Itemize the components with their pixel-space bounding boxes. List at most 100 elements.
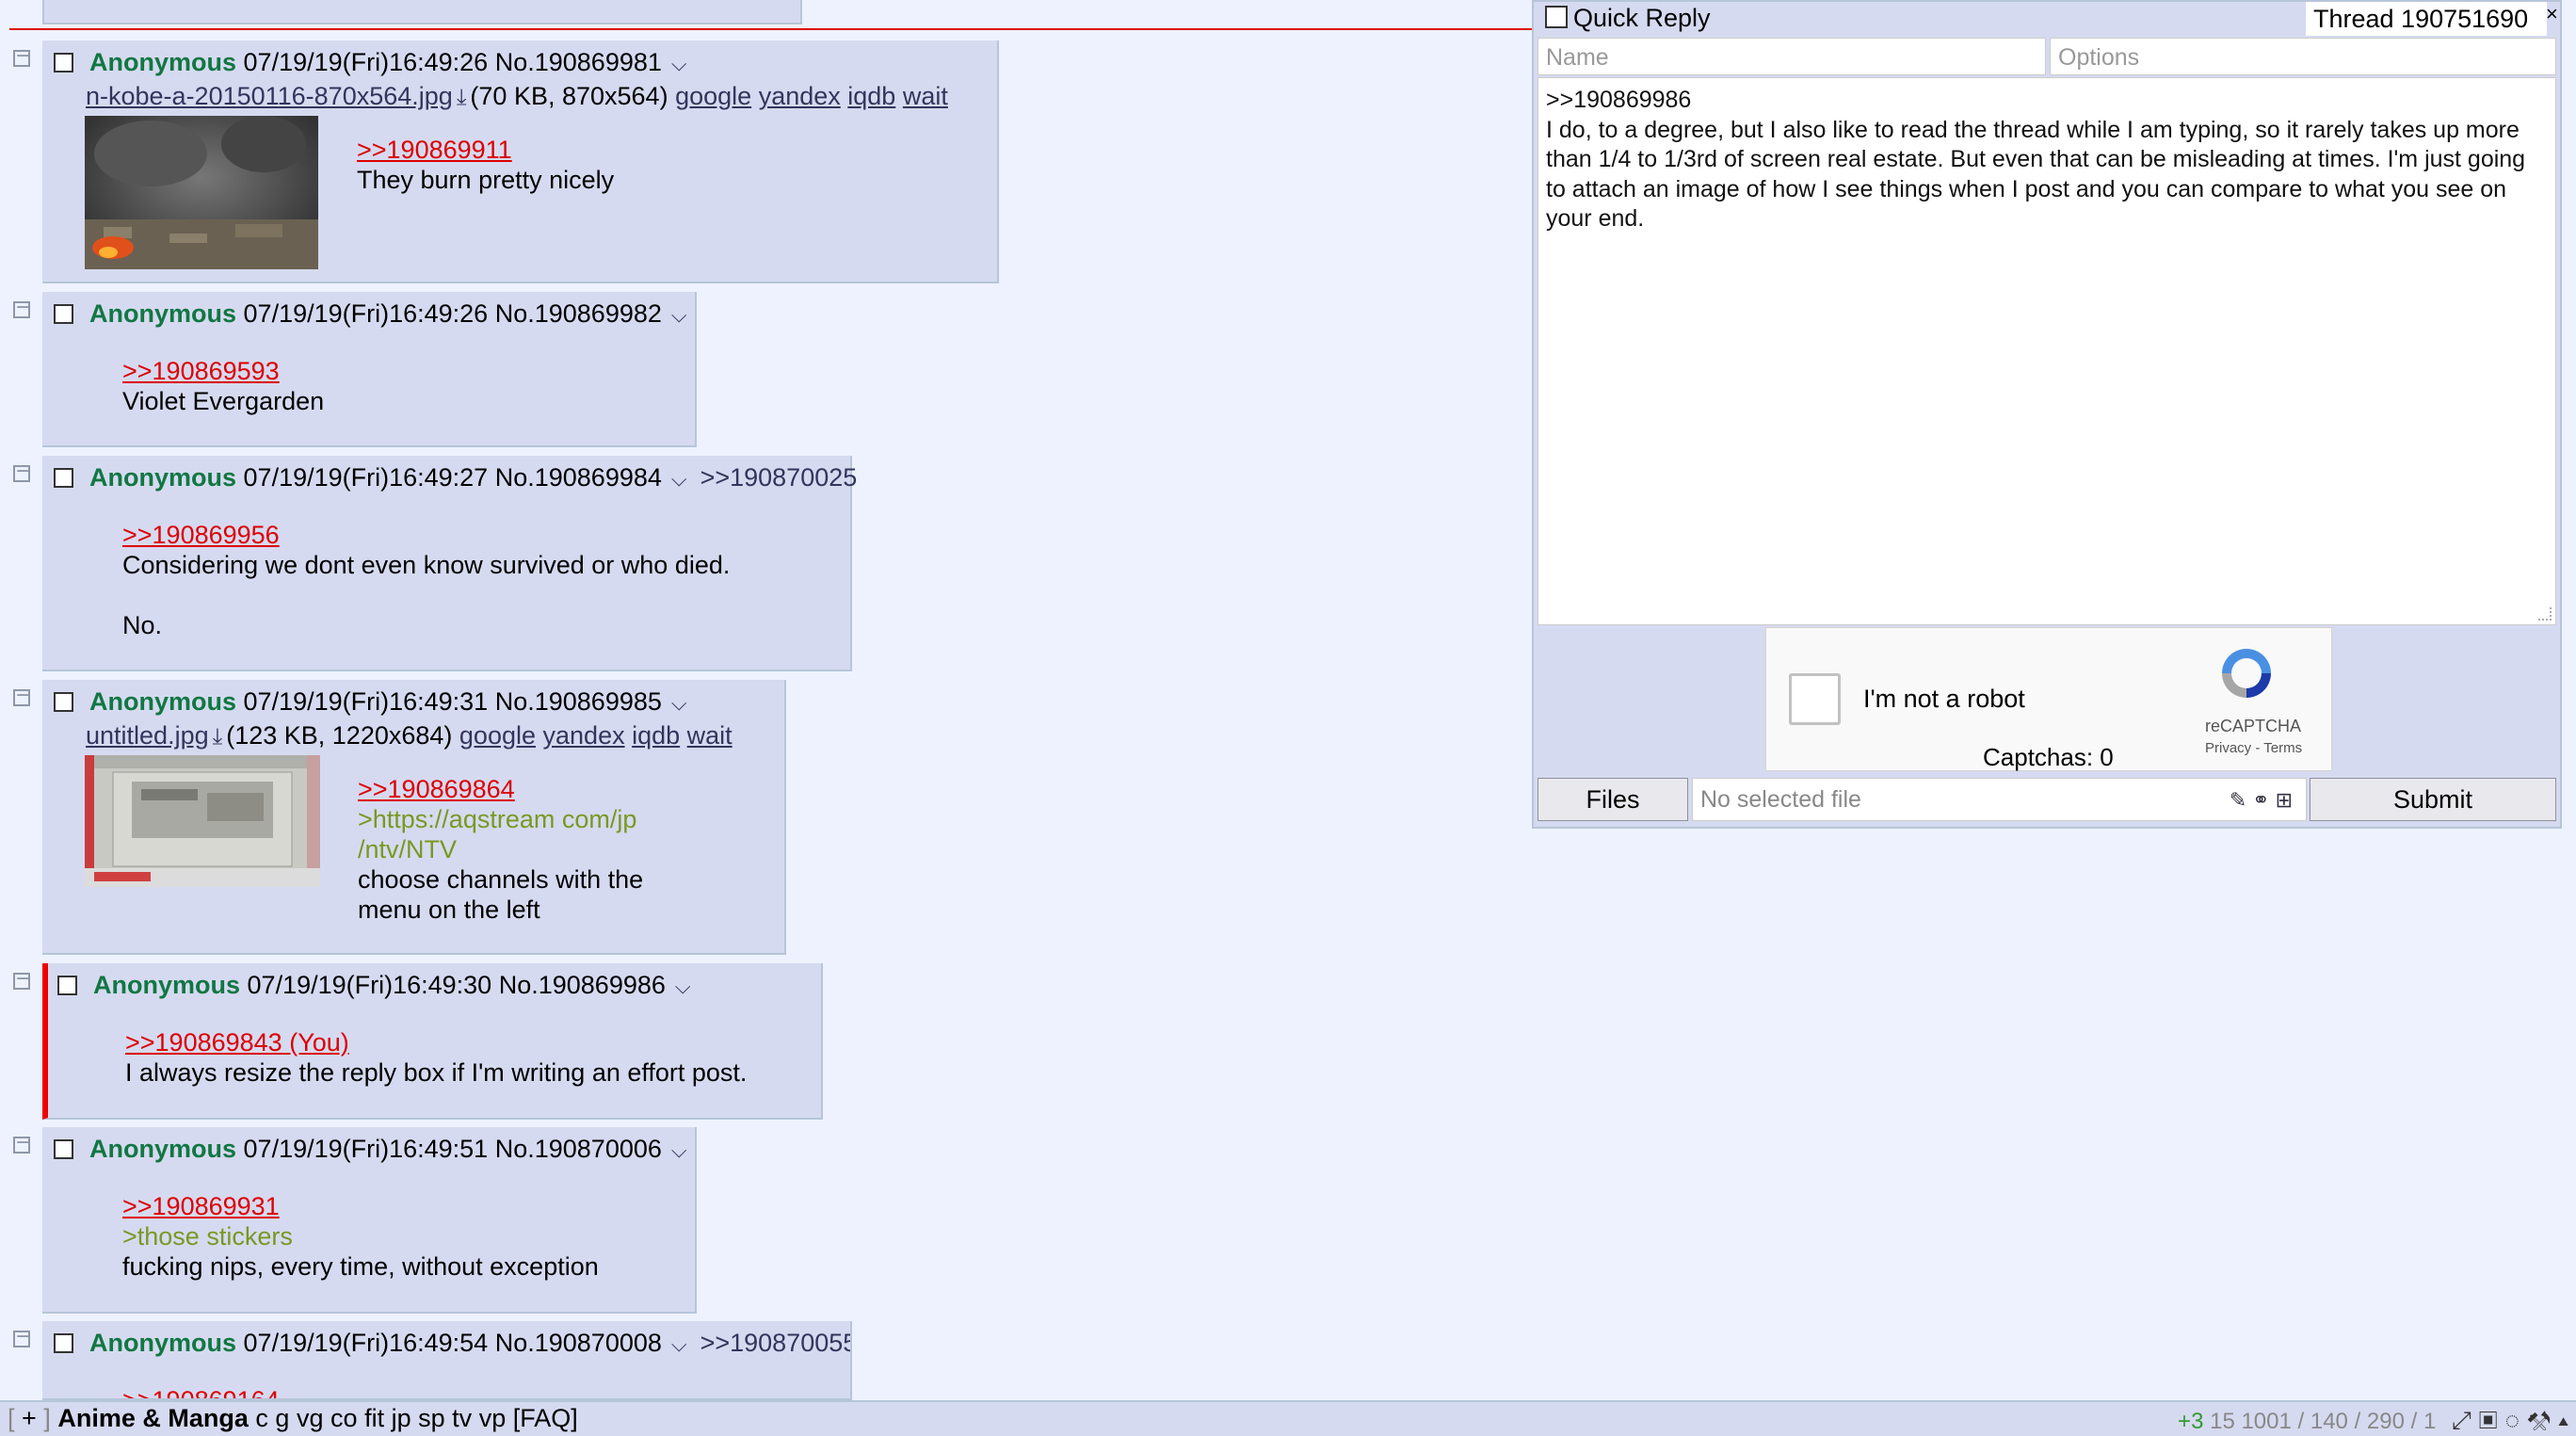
greentext-line: >those stickers — [122, 1222, 293, 1250]
edit-icon[interactable]: ✎ — [2230, 788, 2252, 812]
quote-link[interactable]: >>190869164 — [122, 1386, 280, 1398]
close-icon[interactable]: × — [2546, 2, 2558, 26]
file-link[interactable]: untitled.jpg — [86, 721, 209, 750]
hide-post-button[interactable]: − — [13, 686, 32, 706]
post-number[interactable]: No.190869985 — [495, 687, 662, 716]
board-link-sp[interactable]: sp — [418, 1404, 445, 1432]
comment-textarea[interactable]: >>190869986 I do, to a degree, but I als… — [1538, 77, 2556, 625]
submit-button[interactable]: Submit — [2310, 778, 2556, 821]
chevron-down-icon[interactable]: ⌵ — [671, 303, 687, 327]
post-select-checkbox[interactable] — [54, 53, 73, 73]
board-link-jp[interactable]: jp — [392, 1404, 411, 1432]
file-link[interactable]: n-kobe-a-20150116-870x564.jpg — [86, 82, 453, 110]
google-link[interactable]: google — [459, 721, 536, 750]
message-line: menu on the left — [358, 895, 540, 924]
backlink[interactable]: >>190870055 — [700, 1329, 850, 1357]
board-link-c[interactable]: c — [255, 1404, 268, 1432]
post-message: >>190869931 >those stickers fucking nips… — [122, 1191, 599, 1282]
add-file-icon[interactable]: ⊞ — [2276, 788, 2298, 812]
post-190869984: Anonymous 07/19/19(Fri)16:49:27 No.19086… — [42, 456, 857, 671]
hide-post-button[interactable]: − — [13, 1133, 32, 1154]
hide-post-button[interactable]: − — [13, 46, 32, 67]
chevron-down-icon[interactable]: ⌵ — [671, 52, 687, 75]
current-board-title[interactable]: Anime & Manga — [57, 1404, 249, 1432]
post-number[interactable]: No.190869981 — [495, 48, 662, 76]
hide-post-button[interactable]: − — [13, 1327, 32, 1347]
quote-link[interactable]: >>190869864 — [358, 775, 515, 803]
yandex-link[interactable]: yandex — [759, 82, 841, 110]
wait-link[interactable]: wait — [903, 82, 948, 110]
post-number[interactable]: No.190870006 — [495, 1135, 662, 1163]
message-line: I always resize the reply box if I'm wri… — [125, 1058, 748, 1087]
post-message: >>190869164 — [122, 1385, 280, 1398]
post-select-checkbox[interactable] — [54, 468, 73, 488]
resize-handle[interactable] — [2538, 607, 2552, 621]
quote-link[interactable]: >>190869956 — [122, 521, 280, 549]
post-datetime: 07/19/19(Fri)16:49:26 — [243, 299, 489, 328]
captcha-checkbox[interactable] — [1789, 673, 1841, 725]
chevron-down-icon[interactable]: ⌵ — [671, 691, 687, 715]
post-select-checkbox[interactable] — [54, 692, 73, 712]
link-icon[interactable]: ⚭ — [2252, 788, 2275, 812]
quote-link[interactable]: >>190869843 (You) — [125, 1028, 349, 1057]
post-190869985: Anonymous 07/19/19(Fri)16:49:31 No.19086… — [42, 680, 786, 955]
expand-icon[interactable]: ⤢ — [2452, 1406, 2479, 1434]
new-posts-separator — [9, 28, 1535, 30]
board-link-co[interactable]: co — [330, 1404, 358, 1432]
quick-reply-header[interactable]: Quick Reply — [1545, 4, 1711, 33]
post-message: >>190869911 They burn pretty nicely — [357, 135, 614, 195]
board-link-fit[interactable]: fit — [364, 1404, 384, 1432]
file-field[interactable]: No selected file ✎⚭⊞ — [1692, 778, 2307, 821]
hide-post-button[interactable]: − — [13, 298, 32, 318]
board-list: [ + ] Anime & Manga c g vg co fit jp sp … — [8, 1404, 578, 1433]
download-icon[interactable]: ⤓ — [457, 85, 467, 111]
hide-post-button[interactable]: − — [13, 969, 32, 990]
new-posts-count: +3 — [2178, 1409, 2204, 1434]
board-link-tv[interactable]: tv — [452, 1404, 472, 1432]
chevron-down-icon[interactable]: ⌵ — [671, 1332, 687, 1356]
options-input[interactable]: Options — [2050, 38, 2556, 75]
backlink[interactable]: >>190870025 — [700, 463, 858, 492]
post-number[interactable]: No.190869986 — [499, 971, 666, 999]
scroll-up-icon[interactable]: ▴ — [2558, 1406, 2576, 1434]
board-list-toggle-button[interactable]: + — [22, 1404, 37, 1432]
post-number[interactable]: No.190870008 — [495, 1329, 662, 1357]
quote-link[interactable]: >>190869593 — [122, 357, 280, 385]
thread-select[interactable]: Thread 190751690 — [2306, 2, 2547, 36]
post-select-checkbox[interactable] — [54, 304, 73, 324]
post-thumbnail[interactable] — [85, 755, 320, 887]
yandex-link[interactable]: yandex — [543, 721, 625, 750]
post-number[interactable]: No.190869984 — [495, 463, 662, 492]
post-select-checkbox[interactable] — [54, 1139, 73, 1159]
download-icon[interactable]: ⤓ — [213, 724, 223, 750]
post-header: Anonymous 07/19/19(Fri)16:49:31 No.19086… — [54, 687, 687, 717]
settings-wrench-icon[interactable]: ⚒ — [2527, 1406, 2558, 1434]
iqdb-link[interactable]: iqdb — [632, 721, 680, 750]
post-select-checkbox[interactable] — [54, 1333, 73, 1353]
hide-post-button[interactable]: − — [13, 461, 32, 482]
board-link-g[interactable]: g — [275, 1404, 289, 1432]
chevron-down-icon[interactable]: ⌵ — [675, 975, 691, 998]
quote-link[interactable]: >>190869931 — [122, 1192, 280, 1220]
wait-link[interactable]: wait — [687, 721, 733, 750]
file-meta: (70 KB, 870x564) — [470, 82, 668, 110]
poster-name: Anonymous — [89, 1135, 237, 1163]
chevron-down-icon[interactable]: ⌵ — [671, 1138, 687, 1162]
post-number[interactable]: No.190869982 — [495, 299, 662, 328]
faq-link[interactable]: [FAQ] — [513, 1404, 578, 1432]
quote-link[interactable]: >>190869911 — [357, 136, 512, 164]
chat-icon[interactable]: ◌ — [2505, 1406, 2527, 1434]
board-link-vg[interactable]: vg — [297, 1404, 324, 1432]
post-select-checkbox[interactable] — [57, 976, 77, 995]
recaptcha-brand: reCAPTCHA — [2205, 717, 2302, 735]
post-thumbnail[interactable] — [85, 116, 318, 269]
files-button[interactable]: Files — [1538, 778, 1688, 821]
autohide-checkbox[interactable] — [1545, 6, 1568, 28]
board-link-vp[interactable]: vp — [479, 1404, 507, 1432]
image-gallery-icon[interactable]: ▣ — [2479, 1406, 2505, 1434]
name-input[interactable]: Name — [1538, 38, 2046, 75]
google-link[interactable]: google — [675, 82, 751, 110]
recaptcha-terms-link[interactable]: Privacy - Terms — [2205, 740, 2302, 756]
iqdb-link[interactable]: iqdb — [847, 82, 895, 110]
chevron-down-icon[interactable]: ⌵ — [671, 467, 687, 491]
